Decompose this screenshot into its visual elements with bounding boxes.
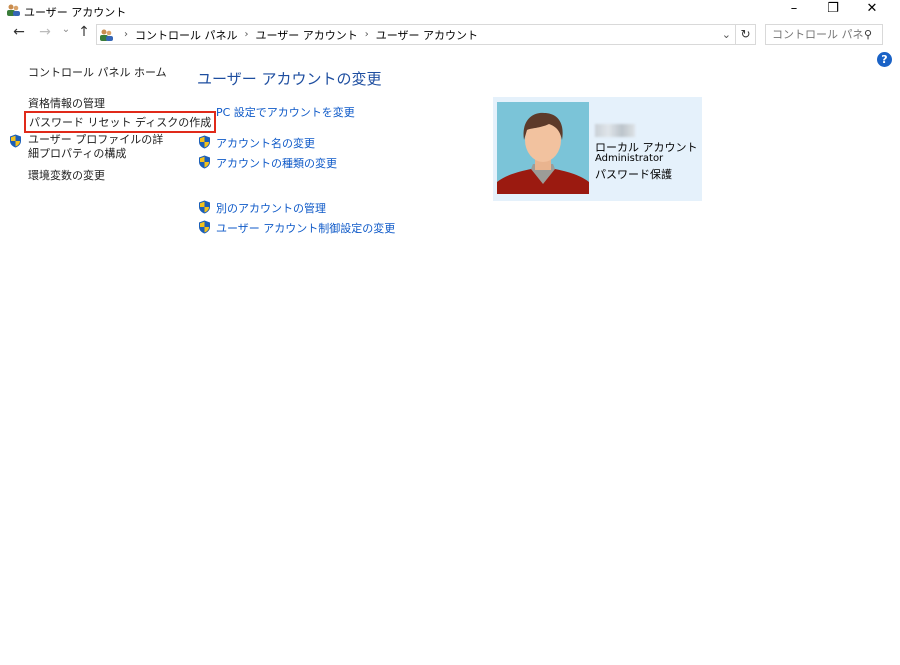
uac-shield-icon bbox=[198, 135, 211, 149]
user-avatar bbox=[497, 102, 589, 194]
change-account-type-link[interactable]: アカウントの種類の変更 bbox=[216, 155, 337, 171]
uac-shield-icon bbox=[198, 200, 211, 214]
sidebar-control-panel-home[interactable]: コントロール パネル ホーム bbox=[28, 64, 167, 80]
address-dropdown-icon[interactable]: ⌄ bbox=[722, 28, 731, 41]
change-account-name-link[interactable]: アカウント名の変更 bbox=[216, 135, 315, 151]
breadcrumb-user-accounts-current[interactable]: ユーザー アカウント bbox=[376, 27, 478, 43]
refresh-button[interactable]: ↻ bbox=[736, 24, 756, 45]
help-button[interactable]: ? bbox=[877, 52, 892, 67]
user-accounts-icon bbox=[7, 4, 20, 16]
chevron-right-icon: › bbox=[244, 29, 249, 40]
sidebar-change-environment-variables[interactable]: 環境変数の変更 bbox=[28, 167, 105, 183]
sidebar-create-password-reset-disk[interactable]: パスワード リセット ディスクの作成 bbox=[24, 111, 217, 133]
blurred-username bbox=[595, 124, 635, 137]
sidebar-manage-credentials[interactable]: 資格情報の管理 bbox=[28, 95, 105, 111]
forward-button[interactable]: → bbox=[37, 24, 53, 40]
search-icon[interactable]: ⚲ bbox=[864, 28, 872, 41]
uac-shield-icon bbox=[198, 220, 211, 234]
account-card: ローカル アカウント Administrator パスワード保護 bbox=[493, 97, 702, 201]
uac-shield-icon bbox=[9, 134, 22, 148]
chevron-right-icon: › bbox=[364, 29, 369, 40]
page-title: ユーザー アカウントの変更 bbox=[197, 70, 382, 88]
up-button[interactable]: ↑ bbox=[76, 24, 92, 40]
sidebar-advanced-profile-properties[interactable]: ユーザー プロファイルの詳細プロパティの構成 bbox=[28, 133, 173, 161]
user-accounts-icon bbox=[100, 29, 113, 41]
window-title: ユーザー アカウント bbox=[24, 6, 127, 19]
password-protection-status: パスワード保護 bbox=[595, 168, 672, 181]
search-box[interactable]: ⚲ bbox=[765, 24, 883, 45]
minimize-button[interactable]: – bbox=[774, 0, 814, 20]
close-button[interactable]: ✕ bbox=[852, 0, 892, 20]
back-button[interactable]: ← bbox=[11, 24, 27, 40]
breadcrumb-user-accounts[interactable]: ユーザー アカウント bbox=[256, 27, 358, 43]
restore-button[interactable]: ❐ bbox=[813, 0, 853, 20]
manage-another-account-link[interactable]: 別のアカウントの管理 bbox=[216, 200, 326, 216]
change-uac-settings-link[interactable]: ユーザー アカウント制御設定の変更 bbox=[216, 220, 395, 236]
change-account-in-pc-settings-link[interactable]: PC 設定でアカウントを変更 bbox=[216, 104, 355, 120]
chevron-right-icon: › bbox=[124, 29, 128, 40]
address-bar[interactable]: › コントロール パネル › ユーザー アカウント › ユーザー アカウント ⌄ bbox=[96, 24, 736, 45]
breadcrumb-control-panel[interactable]: コントロール パネル bbox=[135, 27, 238, 43]
search-input[interactable] bbox=[772, 28, 864, 41]
uac-shield-icon bbox=[198, 155, 211, 169]
recent-locations-button[interactable]: ⌄ bbox=[58, 24, 74, 35]
account-role: Administrator bbox=[595, 153, 664, 164]
